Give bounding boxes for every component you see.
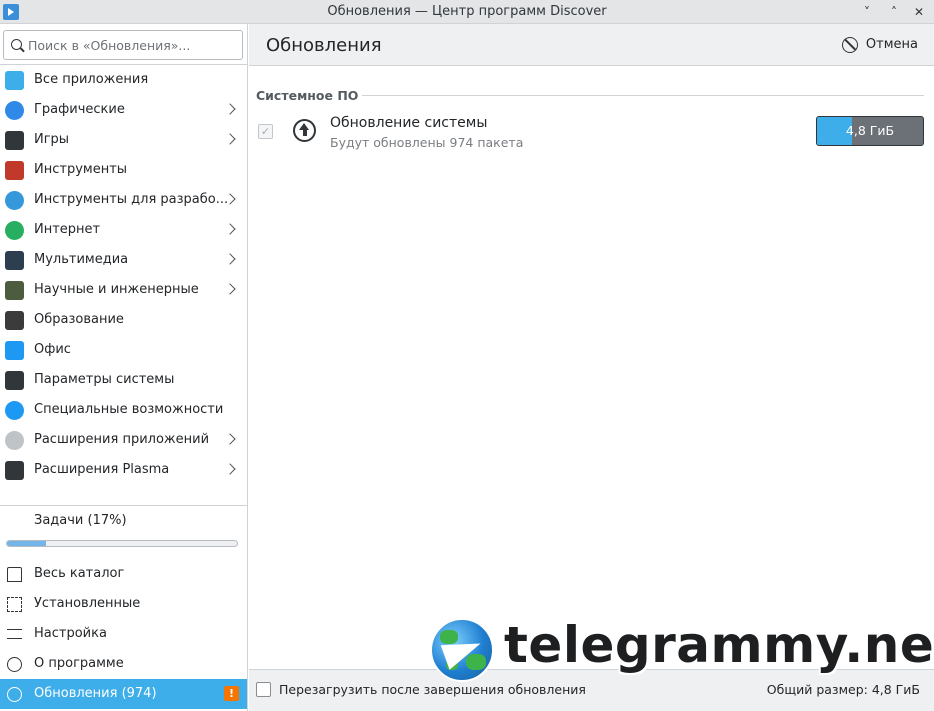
system-settings-icon	[5, 371, 24, 390]
sidebar-nav-label: Весь каталог	[34, 566, 125, 581]
section-divider	[362, 95, 924, 96]
sidebar-category-label: Научные и инженерные	[34, 282, 199, 297]
globe-icon	[5, 221, 24, 240]
warning-badge-icon: !	[224, 686, 239, 701]
sidebar-category-label: Расширения Plasma	[34, 462, 170, 477]
chevron-right-icon	[224, 133, 236, 145]
chevron-right-icon	[224, 253, 236, 265]
sidebar-category[interactable]: Мультимедиа	[0, 245, 247, 275]
update-checkbox[interactable]: ✓	[258, 124, 273, 139]
sidebar-category[interactable]: Офис	[0, 335, 247, 365]
search-box[interactable]	[3, 30, 243, 60]
sidebar-category-label: Игры	[34, 132, 70, 147]
flask-icon	[5, 281, 24, 300]
sidebar-nav-item[interactable]: Установленные	[0, 589, 247, 619]
update-description: Будут обновлены 974 пакета	[330, 135, 524, 150]
tasks-label: Задачи (17%)	[34, 513, 127, 528]
plasma-icon	[5, 461, 24, 480]
sidebar-category[interactable]: Расширения приложений	[0, 425, 247, 455]
chevron-right-icon	[224, 283, 236, 295]
close-button[interactable]: ✕	[909, 2, 929, 22]
search-input[interactable]	[28, 35, 238, 55]
all-apps-icon	[5, 71, 24, 90]
sidebar-category-label: Все приложения	[34, 72, 149, 87]
updates-icon	[7, 687, 22, 702]
watermark: telegrammy.net	[430, 616, 934, 686]
sidebar-category[interactable]: Игры	[0, 125, 247, 155]
update-progress-bar: 4,8 ГиБ	[816, 116, 924, 146]
sidebar-category-label: Графические	[34, 102, 125, 117]
sidebar-category[interactable]: Расширения Plasma	[0, 455, 247, 485]
chevron-right-icon	[224, 433, 236, 445]
installed-icon	[7, 597, 22, 612]
sidebar-category-label: Инструменты	[34, 162, 128, 177]
home-icon	[7, 567, 22, 582]
sidebar-category[interactable]: Интернет	[0, 215, 247, 245]
window-titlebar: Обновления — Центр программ Discover ˅ ˄…	[0, 0, 934, 24]
page-title: Обновления	[266, 35, 382, 56]
sidebar-nav-label: О программе	[34, 656, 124, 671]
watermark-text: telegrammy.net	[504, 616, 934, 674]
tasks-progress-bar	[6, 540, 238, 547]
sidebar-category[interactable]: Специальные возможности	[0, 395, 247, 425]
minimize-button[interactable]: ˅	[857, 2, 877, 22]
accessibility-icon	[5, 401, 24, 420]
sidebar-category-label: Расширения приложений	[34, 432, 210, 447]
sidebar-category-label: Образование	[34, 312, 124, 327]
sidebar-nav-label: Обновления (974)	[34, 686, 157, 701]
cancel-icon	[841, 37, 858, 53]
sidebar-nav-item[interactable]: О программе	[0, 649, 247, 679]
sidebar-category-label: Параметры системы	[34, 372, 175, 387]
sidebar-category-label: Специальные возможности	[34, 402, 224, 417]
telegram-globe-logo	[430, 618, 494, 682]
sidebar-category[interactable]: Образование	[0, 305, 247, 335]
sidebar: Все приложения Графические Игры Инструменты…	[0, 24, 248, 711]
maximize-button[interactable]: ˄	[884, 2, 904, 22]
office-icon	[5, 341, 24, 360]
chevron-right-icon	[224, 223, 236, 235]
chevron-right-icon	[224, 103, 236, 115]
section-title: Системное ПО	[256, 88, 359, 103]
search-icon	[11, 39, 22, 50]
blackboard-icon	[5, 311, 24, 330]
sidebar-category[interactable]: Графические	[0, 95, 247, 125]
sidebar-category[interactable]: Научные и инженерные	[0, 275, 247, 305]
sidebar-category-label: Мультимедиа	[34, 252, 129, 267]
update-name: Обновление системы	[330, 115, 488, 131]
sidebar-nav-item[interactable]: Весь каталог	[0, 559, 247, 589]
sidebar-category[interactable]: Параметры системы	[0, 365, 247, 395]
update-size: 4,8 ГиБ	[845, 123, 895, 138]
cancel-label: Отмена	[865, 37, 918, 52]
developer-tools-icon	[5, 191, 24, 210]
chevron-right-icon	[224, 463, 236, 475]
tasks-progress-fill	[7, 541, 47, 546]
sidebar-nav-label: Настройка	[34, 626, 107, 641]
sidebar-category-label: Офис	[34, 342, 71, 357]
sidebar-category[interactable]: Инструменты	[0, 155, 247, 185]
sidebar-divider	[0, 505, 248, 506]
multimedia-icon	[5, 251, 24, 270]
system-update-icon	[293, 119, 316, 142]
sidebar-category-label: Инструменты для разрабо...	[34, 192, 229, 207]
sidebar-category[interactable]: Инструменты для разрабо...	[0, 185, 247, 215]
gamepad-icon	[5, 131, 24, 150]
sidebar-nav-item[interactable]: Настройка	[0, 619, 247, 649]
settings-icon	[7, 629, 22, 639]
info-icon	[7, 657, 22, 672]
sidebar-nav-item[interactable]: Обновления (974)!	[0, 679, 247, 709]
sidebar-category-label: Интернет	[34, 222, 101, 237]
app-extensions-icon	[5, 431, 24, 450]
window-title: Обновления — Центр программ Discover	[327, 4, 607, 19]
restart-checkbox[interactable]	[256, 682, 271, 697]
toolbox-icon	[5, 161, 24, 180]
sidebar-nav-label: Установленные	[34, 596, 141, 611]
sidebar-category[interactable]: Все приложения	[0, 65, 247, 95]
graphics-icon	[5, 101, 24, 120]
cancel-button[interactable]: Отмена	[841, 37, 918, 55]
page-header: Обновления Отмена	[249, 24, 934, 66]
